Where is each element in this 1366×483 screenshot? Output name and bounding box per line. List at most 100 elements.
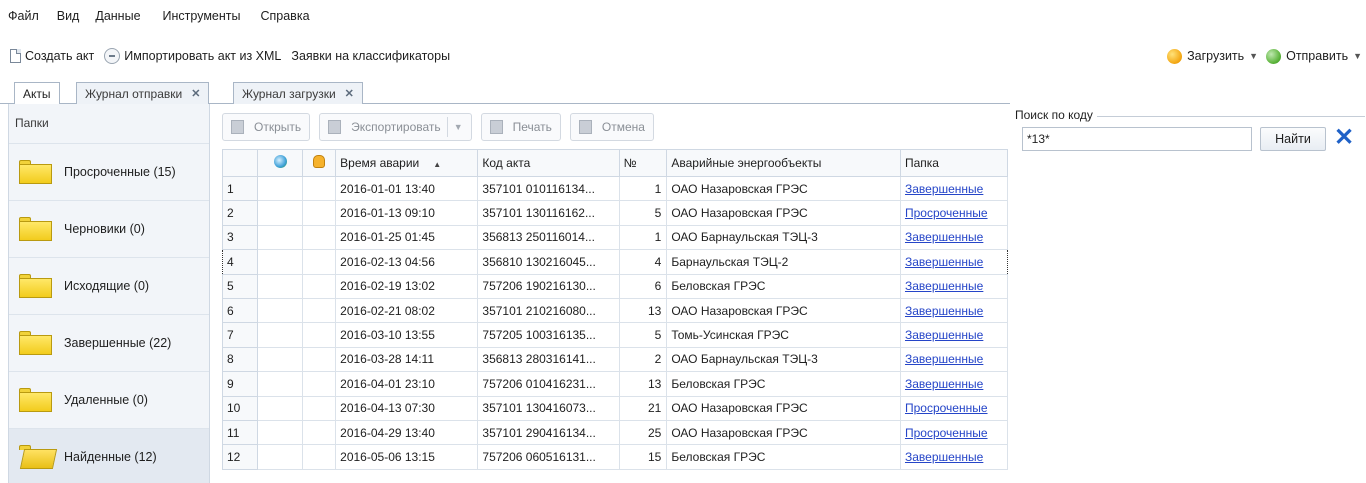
export-button[interactable]: Экспортировать ▼ (319, 113, 472, 141)
lock-cell (301, 444, 337, 470)
time-cell: 2016-04-01 23:10 (335, 371, 479, 397)
folder-overdue[interactable]: Просроченные (15) (9, 144, 209, 201)
send-button[interactable]: Отправить ▼ (1266, 48, 1362, 64)
objects-cell: ОАО Назаровская ГРЭС (666, 395, 901, 421)
folder-link[interactable]: Просроченные (905, 401, 988, 415)
table-row[interactable]: 1 2016-01-01 13:40 357101 010116134... 1 ОАО… (221, 175, 1009, 202)
time-cell: 2016-04-29 13:40 (335, 419, 479, 446)
column-header-time[interactable]: Время аварии ▲ (335, 149, 479, 177)
row-number-cell: 4 (221, 249, 259, 275)
code-cell: 357101 130116162... (477, 200, 620, 226)
column-header-objects[interactable]: Аварийные энергообъекты (666, 149, 901, 177)
table-row[interactable]: 4 2016-02-13 04:56 356810 130216045... 4 Бар… (221, 249, 1009, 275)
menu-data[interactable]: Данные (95, 9, 140, 23)
tab-load-log[interactable]: Журнал загрузки ✕ (233, 82, 363, 104)
time-cell: 2016-05-06 13:15 (335, 444, 479, 470)
menu-bar: Файл Вид Данные Инструменты Справка (0, 0, 1366, 32)
menu-view[interactable]: Вид (57, 9, 80, 23)
folder-icon (19, 217, 52, 241)
no-cell: 13 (618, 371, 668, 397)
open-button[interactable]: Открыть (222, 113, 311, 141)
tab-acts[interactable]: Акты (14, 82, 60, 104)
time-cell: 2016-04-13 07:30 (335, 395, 479, 421)
folder-link[interactable]: Завершенные (905, 377, 983, 391)
table-row[interactable]: 7 2016-03-10 13:55 757205 100316135... 5 Том… (221, 322, 1009, 348)
folder-drafts[interactable]: Черновики (0) (9, 201, 209, 258)
close-icon[interactable]: ✕ (191, 87, 200, 100)
folder-link[interactable]: Просроченные (905, 206, 988, 220)
folder-link[interactable]: Просроченные (905, 426, 988, 440)
classifier-requests-button[interactable]: Заявки на классификаторы (291, 49, 450, 63)
table-row[interactable]: 5 2016-02-19 13:02 757206 190216130... 6 Бел… (221, 273, 1009, 299)
folder-link[interactable]: Завершенные (905, 255, 983, 269)
folder-deleted[interactable]: Удаленные (0) (9, 372, 209, 429)
status-cell (257, 273, 303, 299)
table-row[interactable]: 9 2016-04-01 23:10 757206 010416231... 13 Бе… (221, 371, 1009, 397)
chevron-down-icon[interactable]: ▼ (1249, 51, 1258, 61)
status-cell (257, 346, 303, 373)
folder-link[interactable]: Завершенные (905, 304, 983, 318)
folder-cell: Завершенные (899, 322, 1009, 348)
lock-cell (301, 371, 337, 397)
time-cell: 2016-03-10 13:55 (335, 322, 479, 348)
column-header-no[interactable]: № (618, 149, 668, 177)
time-cell: 2016-01-25 01:45 (335, 224, 479, 251)
folder-cell: Завершенные (899, 249, 1009, 275)
lock-cell (301, 273, 337, 299)
column-header-code[interactable]: Код акта (477, 149, 620, 177)
objects-cell: ОАО Барнаульская ТЭЦ-3 (666, 346, 901, 373)
folder-completed[interactable]: Завершенные (22) (9, 315, 209, 372)
print-button[interactable]: Печать (480, 113, 561, 141)
folder-icon (19, 274, 52, 298)
folder-label: Удаленные (0) (64, 393, 148, 407)
search-code-input[interactable] (1022, 127, 1252, 151)
menu-file[interactable]: Файл (8, 9, 39, 23)
cancel-button[interactable]: Отмена (569, 113, 654, 141)
row-number-cell: 1 (221, 175, 259, 202)
time-cell: 2016-02-13 04:56 (335, 249, 479, 275)
table-row[interactable]: 10 2016-04-13 07:30 357101 130416073... 21 О… (221, 395, 1009, 421)
table-row[interactable]: 6 2016-02-21 08:02 357101 210216080... 13 ОА… (221, 297, 1009, 324)
folder-link[interactable]: Завершенные (905, 352, 983, 366)
folder-link[interactable]: Завершенные (905, 230, 983, 244)
close-icon[interactable]: ✕ (345, 87, 354, 100)
folder-link[interactable]: Завершенные (905, 328, 983, 342)
folder-link[interactable]: Завершенные (905, 182, 983, 196)
chevron-down-icon[interactable]: ▼ (454, 122, 463, 132)
no-cell: 1 (618, 224, 668, 251)
folder-outgoing[interactable]: Исходящие (0) (9, 258, 209, 315)
folder-cell: Завершенные (899, 346, 1009, 373)
load-button[interactable]: Загрузить ▼ (1167, 48, 1266, 64)
folder-found[interactable]: Найденные (12) (9, 429, 209, 483)
tab-send-log[interactable]: Журнал отправки ✕ (76, 82, 210, 104)
chevron-down-icon[interactable]: ▼ (1353, 51, 1362, 61)
lock-cell (301, 297, 337, 324)
folder-link[interactable]: Завершенные (905, 279, 983, 293)
folder-label: Найденные (12) (64, 450, 157, 464)
folder-label: Черновики (0) (64, 222, 145, 236)
close-icon[interactable]: ✕ (1332, 124, 1356, 152)
toolbar-right-group: Загрузить ▼ Отправить ▼ (1167, 32, 1362, 80)
table-row[interactable]: 11 2016-04-29 13:40 357101 290416134... 25 О… (221, 419, 1009, 446)
no-cell: 6 (618, 273, 668, 299)
menu-tools[interactable]: Инструменты (163, 9, 241, 23)
export-label: Экспортировать (351, 120, 441, 134)
menu-help[interactable]: Справка (260, 9, 309, 23)
folder-link[interactable]: Завершенные (905, 450, 983, 464)
new-document-icon (10, 49, 21, 63)
send-icon (1266, 48, 1282, 64)
find-button[interactable]: Найти (1260, 127, 1326, 151)
table-row[interactable]: 2 2016-01-13 09:10 357101 130116162... 5 ОАО… (221, 200, 1009, 226)
import-xml-button[interactable]: Импортировать акт из XML (104, 48, 281, 64)
table-row[interactable]: 12 2016-05-06 13:15 757206 060516131... 15 Б… (221, 444, 1009, 470)
load-icon (1167, 48, 1183, 64)
table-row[interactable]: 3 2016-01-25 01:45 356813 250116014... 1 ОАО… (221, 224, 1009, 251)
no-cell: 5 (618, 200, 668, 226)
row-number-cell: 9 (221, 371, 259, 397)
create-act-button[interactable]: Создать акт (10, 49, 94, 63)
column-header-folder[interactable]: Папка (899, 149, 1009, 177)
column-header-status[interactable] (257, 149, 303, 177)
column-header-lock[interactable] (301, 149, 337, 177)
table-row[interactable]: 8 2016-03-28 14:11 356813 280316141... 2 ОАО… (221, 346, 1009, 373)
objects-cell: ОАО Назаровская ГРЭС (666, 175, 901, 202)
